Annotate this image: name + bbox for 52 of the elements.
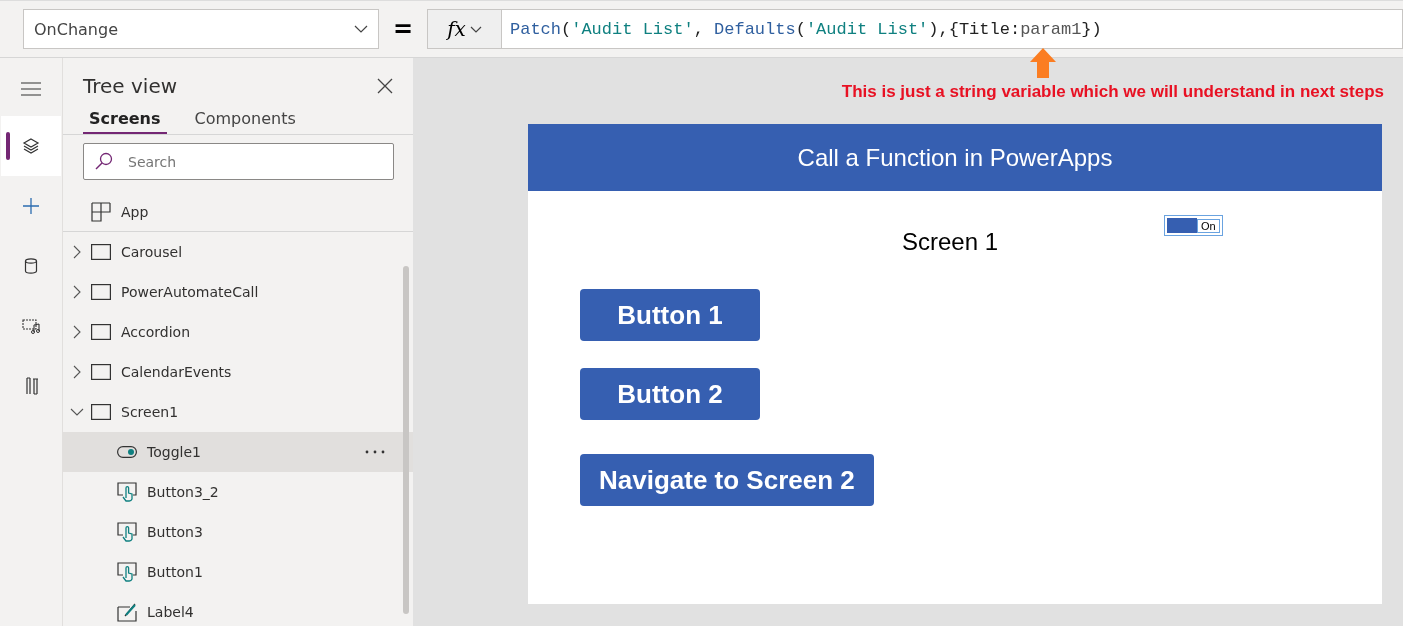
formula-field[interactable]: Patch('Audit List', Defaults('Audit List'),{Title:param1}) bbox=[502, 9, 1403, 49]
screen-icon bbox=[91, 404, 111, 420]
chevron-right-icon[interactable] bbox=[73, 365, 81, 379]
app-button[interactable]: Button 1 bbox=[580, 289, 760, 341]
tree-item[interactable]: Button3 bbox=[63, 512, 413, 552]
search-field[interactable]: Search bbox=[83, 143, 394, 180]
chevron-down-icon bbox=[354, 25, 368, 33]
button-icon bbox=[117, 562, 137, 582]
tab[interactable]: Components bbox=[188, 108, 302, 134]
chevron-down-icon[interactable] bbox=[70, 408, 84, 416]
screen-icon bbox=[91, 244, 111, 260]
menu-icon[interactable] bbox=[21, 82, 41, 96]
media-icon bbox=[21, 316, 41, 336]
screen-title: Screen 1 bbox=[902, 228, 999, 256]
button-icon bbox=[117, 522, 137, 542]
chevron-right-icon[interactable] bbox=[73, 285, 81, 299]
chevron-right-icon[interactable] bbox=[73, 245, 81, 259]
chevron-down-icon bbox=[469, 25, 482, 33]
toggle-icon bbox=[117, 446, 137, 458]
more-icon[interactable] bbox=[365, 450, 385, 454]
tree-item[interactable]: Button1 bbox=[63, 552, 413, 592]
fx-button[interactable]: fx bbox=[427, 9, 502, 49]
rail-button[interactable] bbox=[1, 116, 61, 176]
equals-sign: = bbox=[391, 15, 415, 43]
annotation-text: This is just a string variable which we will understand in next steps bbox=[841, 82, 1384, 102]
app-button[interactable]: Navigate to Screen 2 bbox=[580, 454, 874, 506]
tree-item[interactable]: Carousel bbox=[63, 232, 413, 272]
tree-item[interactable]: Button3_2 bbox=[63, 472, 413, 512]
up-arrow-icon bbox=[1030, 48, 1056, 78]
plus-icon bbox=[21, 196, 41, 216]
tree-item[interactable]: App bbox=[63, 192, 413, 232]
tree-item[interactable]: PowerAutomateCall bbox=[63, 272, 413, 312]
button-icon bbox=[117, 482, 137, 502]
screen-icon bbox=[91, 324, 111, 340]
tree-item[interactable]: CalendarEvents bbox=[63, 352, 413, 392]
close-icon[interactable] bbox=[377, 78, 393, 94]
property-dropdown[interactable]: OnChange bbox=[23, 9, 379, 49]
tree-item[interactable]: Screen1 bbox=[63, 392, 413, 432]
layers-icon bbox=[21, 136, 41, 156]
screen-icon bbox=[91, 364, 111, 380]
panel-title: Tree view bbox=[83, 74, 178, 98]
toggle-control[interactable]: On bbox=[1165, 216, 1222, 235]
chevron-right-icon[interactable] bbox=[73, 325, 81, 339]
app-button[interactable]: Button 2 bbox=[580, 368, 760, 420]
tree-item[interactable]: Label4 bbox=[63, 592, 413, 626]
header-bar: Call a Function in PowerApps bbox=[528, 124, 1382, 191]
tree-item[interactable]: Toggle1 bbox=[63, 432, 413, 472]
tab[interactable]: Screens bbox=[83, 108, 167, 134]
screen-icon bbox=[91, 284, 111, 300]
grid-icon bbox=[91, 201, 111, 222]
tree-item[interactable]: Accordion bbox=[63, 312, 413, 352]
label-icon bbox=[117, 602, 137, 622]
